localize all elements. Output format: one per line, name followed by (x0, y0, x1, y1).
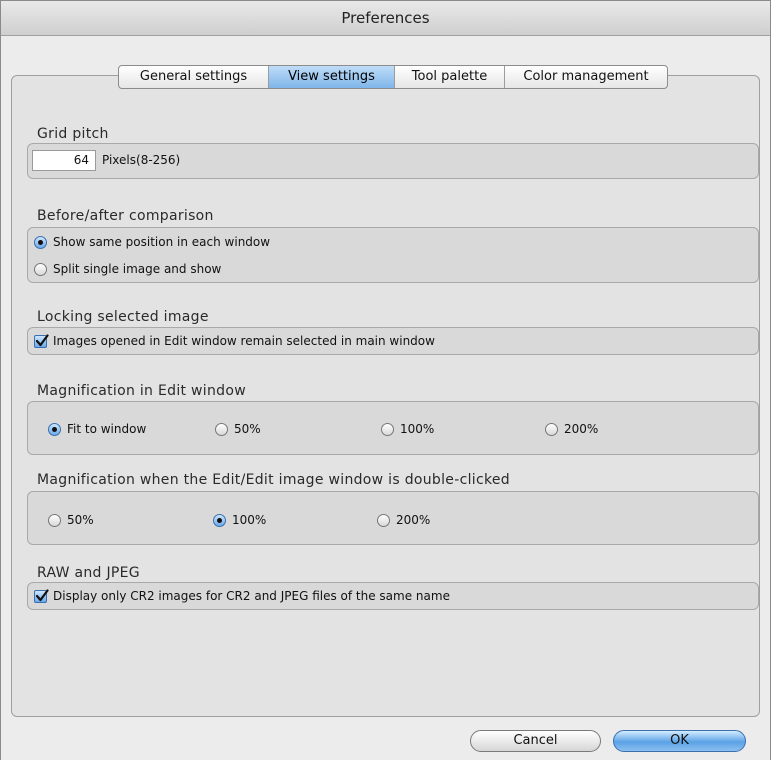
tab-general-settings[interactable]: General settings (119, 66, 269, 88)
raw-jpeg-title: RAW and JPEG (37, 565, 140, 581)
magnification-dblclick-title: Magnification when the Edit/Edit image w… (37, 472, 510, 488)
preferences-window: Preferences General settings View settin… (0, 0, 771, 760)
radio-split-single-image[interactable]: Split single image and show (34, 262, 221, 276)
radio-dblclick-50[interactable]: 50% (48, 513, 94, 527)
radio-edit-200[interactable]: 200% (545, 422, 598, 436)
cancel-button[interactable]: Cancel (470, 730, 601, 752)
tab-tool-palette[interactable]: Tool palette (395, 66, 505, 88)
radio-selected-icon (48, 422, 61, 436)
title-bar[interactable]: Preferences (1, 1, 770, 36)
radio-label: 50% (234, 422, 261, 436)
checkbox-checked-icon (34, 333, 49, 348)
before-after-title: Before/after comparison (37, 208, 214, 224)
radio-label: Show same position in each window (53, 235, 271, 249)
grid-pitch-title: Grid pitch (37, 126, 109, 142)
radio-unselected-icon (48, 513, 61, 527)
checkbox-label: Images opened in Edit window remain sele… (53, 334, 435, 348)
tab-bar: General settings View settings Tool pale… (118, 65, 668, 89)
checkbox-display-only-cr2[interactable]: Display only CR2 images for CR2 and JPEG… (34, 588, 450, 603)
radio-label: 200% (564, 422, 599, 436)
radio-show-same-position[interactable]: Show same position in each window (34, 235, 270, 249)
radio-selected-icon (34, 235, 47, 249)
radio-unselected-icon (381, 422, 394, 436)
radio-unselected-icon (215, 422, 228, 436)
radio-label: 50% (67, 513, 94, 527)
grid-pitch-units: Pixels(8-256) (102, 153, 181, 167)
radio-edit-50[interactable]: 50% (215, 422, 261, 436)
radio-label: 100% (232, 513, 267, 527)
locking-title: Locking selected image (37, 309, 209, 325)
radio-label: 100% (400, 422, 435, 436)
checkbox-remain-selected[interactable]: Images opened in Edit window remain sele… (34, 333, 435, 348)
radio-selected-icon (213, 513, 226, 527)
radio-fit-to-window[interactable]: Fit to window (48, 422, 146, 436)
checkbox-checked-icon (34, 588, 49, 603)
radio-dblclick-200[interactable]: 200% (377, 513, 430, 527)
checkbox-label: Display only CR2 images for CR2 and JPEG… (53, 589, 450, 603)
grid-pitch-input[interactable]: 64 (32, 150, 96, 171)
radio-label: Fit to window (67, 422, 147, 436)
radio-edit-100[interactable]: 100% (381, 422, 434, 436)
radio-unselected-icon (377, 513, 390, 527)
radio-label: 200% (396, 513, 431, 527)
magnification-edit-title: Magnification in Edit window (37, 383, 246, 399)
radio-dblclick-100[interactable]: 100% (213, 513, 266, 527)
ok-button[interactable]: OK (613, 730, 746, 752)
window-title: Preferences (341, 9, 430, 27)
tab-color-management[interactable]: Color management (505, 66, 667, 88)
radio-label: Split single image and show (53, 262, 222, 276)
radio-unselected-icon (34, 262, 47, 276)
radio-unselected-icon (545, 422, 558, 436)
tab-view-settings[interactable]: View settings (269, 66, 395, 88)
